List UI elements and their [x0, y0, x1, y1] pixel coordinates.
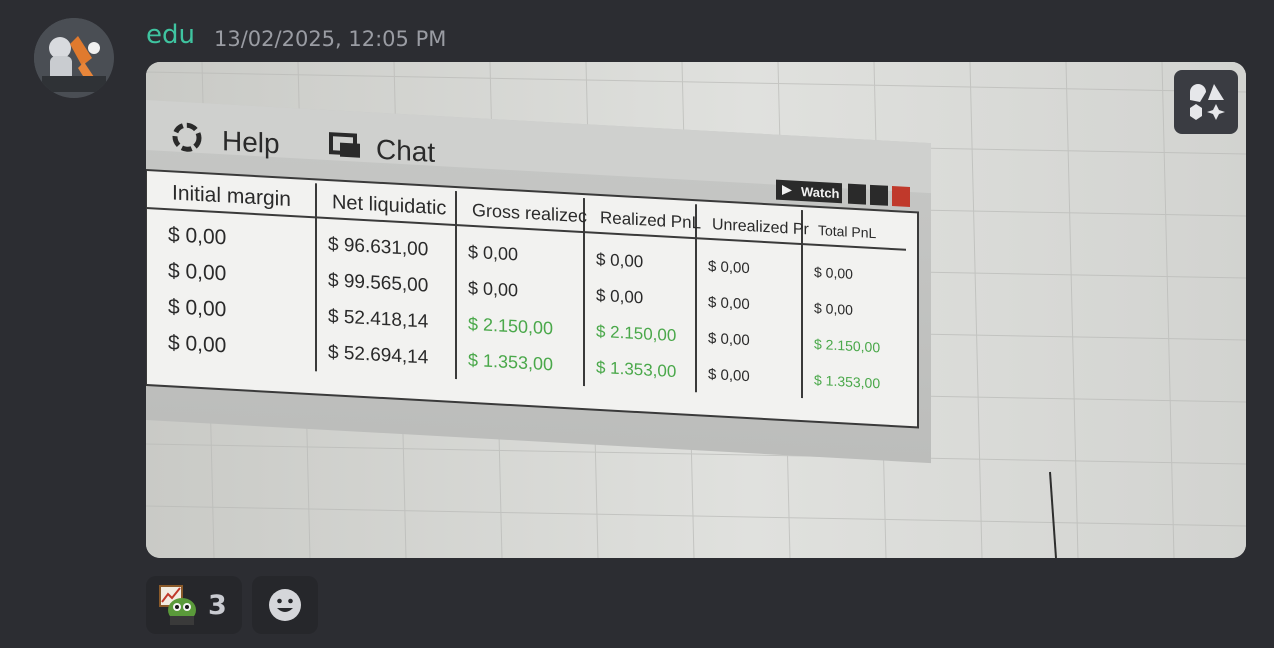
sparkle-shapes-icon: [1190, 84, 1225, 120]
table-cell: $ 0,00: [814, 264, 853, 282]
photographed-window: Help Chat Watch Initial margin Net liquid…: [146, 100, 931, 464]
watch-label: Watch: [801, 184, 840, 201]
table-cell: $ 0,00: [468, 278, 518, 301]
add-reaction-button[interactable]: [252, 576, 318, 634]
reaction-pill[interactable]: 3: [146, 576, 242, 634]
message-timestamp: 13/02/2025, 12:05 PM: [214, 27, 447, 51]
username[interactable]: edu: [146, 20, 195, 50]
pepe-chart-emoji: [159, 585, 196, 625]
user-avatar[interactable]: [34, 18, 114, 98]
table-cell: $ 0,00: [708, 258, 750, 277]
table-cell: $ 0,00: [814, 300, 853, 318]
table-cell: $ 0,00: [708, 294, 750, 313]
table-cell: $ 0,00: [168, 223, 226, 249]
image-attachment[interactable]: Help Chat Watch Initial margin Net liquid…: [146, 62, 1246, 558]
table-cell: $ 0,00: [596, 250, 643, 272]
table-cell: $ 0,00: [468, 242, 518, 265]
table-cell: $ 0,00: [708, 330, 750, 349]
column-header: Total PnL: [818, 222, 877, 241]
smiley-icon: [269, 589, 301, 621]
table-cell: $ 0,00: [168, 295, 226, 321]
menu-chat-label: Chat: [376, 134, 435, 168]
table-cell: $ 0,00: [596, 286, 643, 308]
menu-help-label: Help: [222, 125, 280, 159]
table-cell: $ 0,00: [708, 366, 750, 385]
reaction-count: 3: [208, 589, 227, 621]
table-cell: $ 0,00: [168, 259, 226, 285]
table-cell: $ 0,00: [168, 331, 226, 357]
image-ai-button[interactable]: [1174, 70, 1238, 134]
